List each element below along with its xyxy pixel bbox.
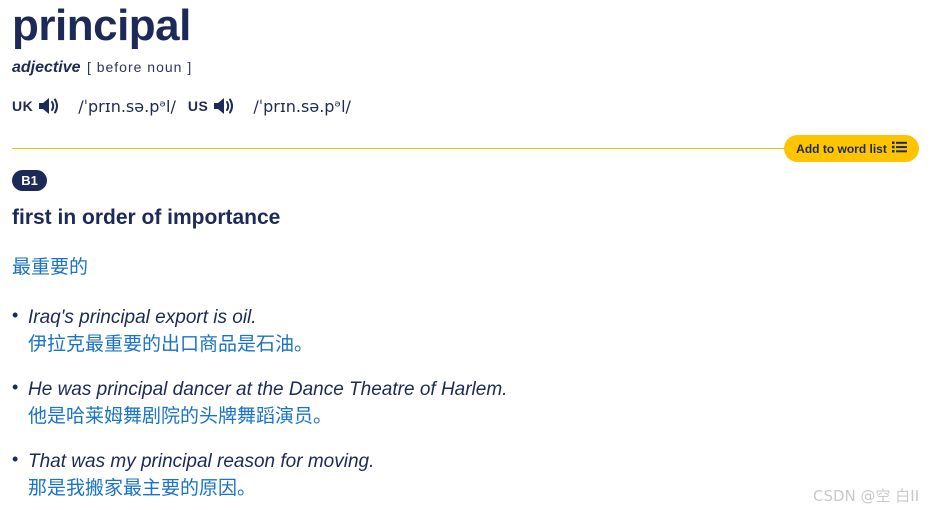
example-item: • He was principal dancer at the Dance T… [12, 377, 507, 449]
example-item: • That was my principal reason for movin… [12, 449, 507, 510]
section-divider [12, 148, 792, 149]
example-list: • Iraq's principal export is oil. 伊拉克最重要… [12, 305, 507, 510]
us-speaker-icon[interactable] [212, 95, 236, 117]
definition-translation: 最重要的 [12, 256, 89, 278]
example-sentence: He was principal dancer at the Dance The… [28, 379, 508, 400]
example-translation: 他是哈莱姆舞剧院的头牌舞蹈演员。 [28, 405, 333, 427]
example-translation: 伊拉克最重要的出口商品是石油。 [28, 333, 314, 355]
uk-ipa: /ˈprɪn.sə.pᵊl/ [78, 96, 176, 116]
pronunciation-line: UK /ˈprɪn.sə.pᵊl/ US /ˈprɪn.sə.pᵊl/ [12, 93, 363, 119]
example-translation: 那是我搬家最主要的原因。 [28, 477, 257, 499]
part-of-speech: adjective [12, 59, 81, 76]
list-icon [891, 141, 907, 156]
grammar-label: [ before noun ] [86, 59, 193, 75]
headword: principal [12, 1, 191, 50]
add-to-word-list-label: Add to word list [796, 141, 887, 156]
bullet: • [12, 449, 19, 469]
watermark: CSDN @空 白II [813, 487, 920, 505]
example-item: • Iraq's principal export is oil. 伊拉克最重要… [12, 305, 507, 377]
add-to-word-list-button[interactable]: Add to word list [784, 135, 919, 162]
us-label: US [187, 98, 209, 114]
definition: first in order of importance [12, 206, 281, 229]
example-sentence: Iraq's principal export is oil. [28, 307, 257, 328]
uk-speaker-icon[interactable] [37, 95, 61, 117]
pos-line: adjective [ before noun ] [12, 59, 192, 77]
uk-label: UK [12, 98, 34, 114]
dictionary-entry: principal adjective [ before noun ] UK /… [0, 0, 932, 510]
us-ipa: /ˈprɪn.sə.pᵊl/ [253, 96, 351, 116]
bullet: • [12, 305, 19, 325]
example-sentence: That was my principal reason for moving. [28, 451, 375, 472]
level-badge: B1 [12, 170, 47, 191]
bullet: • [12, 377, 19, 397]
